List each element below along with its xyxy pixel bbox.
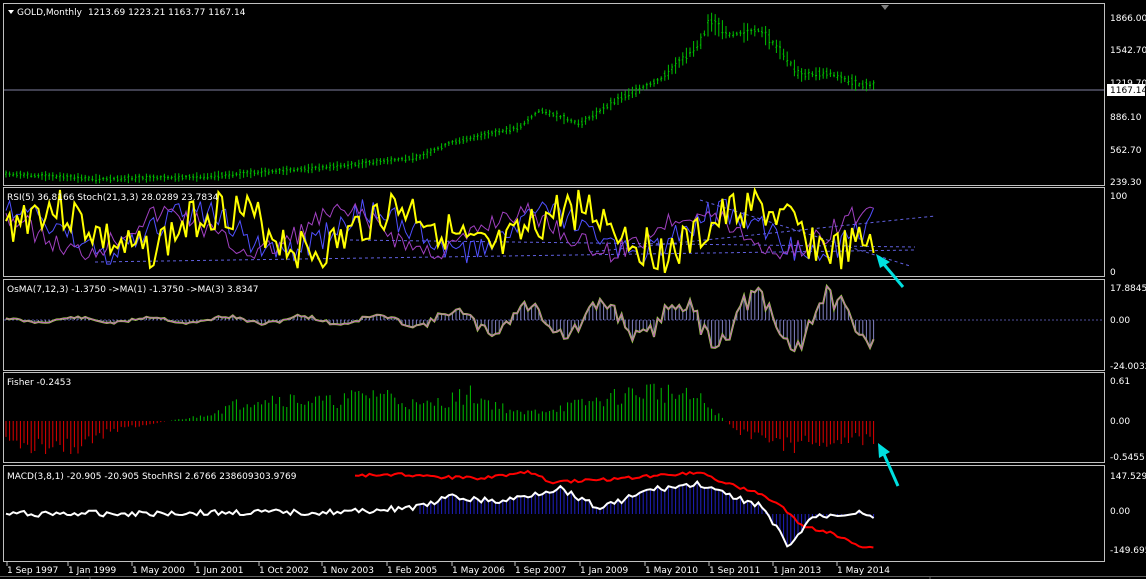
dropdown-triangle-icon [8,10,14,14]
current-price-text: 1167.14 [1110,86,1146,96]
time-label: 1 Jun 2001 [195,566,243,576]
osma-line [5,285,875,352]
fisher-axis-zero: 0.00 [1110,417,1130,427]
macd-axis-top: 147.529 [1110,472,1146,482]
time-label: 1 Jan 2013 [773,566,821,576]
osma-axis-bottom: -24.0032 [1110,362,1146,372]
annotation-arrow-icon [876,254,905,288]
time-label: 1 Sep 2011 [709,566,760,576]
price-tick: 886.10 [1110,113,1142,123]
chart-window[interactable]: GOLD,Monthly 1213.69 1223.21 1163.77 116… [0,0,1146,579]
ohlc-values: 1213.69 1223.21 1163.77 1167.14 [88,8,246,18]
price-tick: 1866.00 [1110,14,1146,24]
osma-axis-top: 17.8845 [1110,284,1146,294]
fisher-label: Fisher -0.2453 [7,378,71,388]
macd-main-line [5,479,875,548]
time-label: 1 Jan 2009 [580,566,628,576]
macd-label: MACD(3,8,1) -20.905 -20.905 StochRSI 2.6… [7,472,297,482]
time-label: 1 Feb 2005 [387,566,437,576]
time-label: 1 May 2010 [645,566,698,576]
stoch-signal-line [5,201,874,263]
fisher-pane[interactable] [3,372,1105,463]
osma-label: OsMA(7,12,3) -1.3750 ->MA(1) -1.3750 ->M… [7,285,259,295]
scroll-marker-icon[interactable] [881,5,889,10]
price-axis: 1866.00 1542.70 1219.70 886.10 562.70 23… [1110,14,1146,188]
rsi-axis-bottom: 0 [1110,268,1116,278]
time-axis: 1 Sep 1997 1 Jan 1999 1 May 2000 1 Jun 2001… [6,562,890,576]
time-label: 1 Oct 2002 [259,566,309,576]
price-header: GOLD,Monthly 1213.69 1223.21 1163.77 116… [8,8,246,18]
price-bars [5,12,875,184]
fisher-axis-bottom: -0.5455 [1110,453,1145,463]
rsi-label: RSI(5) 36.8166 Stoch(21,3,3) 28.0289 23.… [7,193,219,203]
osma-axis-zero: 0.00 [1110,316,1130,326]
fisher-axis-top: 0.61 [1110,377,1130,387]
fisher-positive-bars [171,383,723,421]
price-tick: 1542.70 [1110,46,1146,56]
time-label: 1 May 2006 [452,566,505,576]
time-label: 1 Sep 1997 [7,566,58,576]
price-tick: 239.30 [1110,178,1142,188]
time-label: 1 Nov 2003 [322,566,374,576]
time-label: 1 Sep 2007 [515,566,566,576]
time-label: 1 May 2000 [132,566,185,576]
macd-axis-zero: 0.00 [1110,507,1130,517]
symbol-label: GOLD,Monthly [17,8,83,18]
fisher-negative-bars [5,421,875,454]
time-label: 1 May 2014 [837,566,890,576]
annotation-arrow-icon [878,443,900,487]
time-label: 1 Jan 1999 [68,566,116,576]
price-pane[interactable] [3,3,1105,186]
price-tick: 562.70 [1110,146,1142,156]
rsi-axis-top: 100 [1110,192,1127,202]
macd-histogram [419,481,875,547]
macd-axis-bottom: -149.695 [1110,546,1146,556]
